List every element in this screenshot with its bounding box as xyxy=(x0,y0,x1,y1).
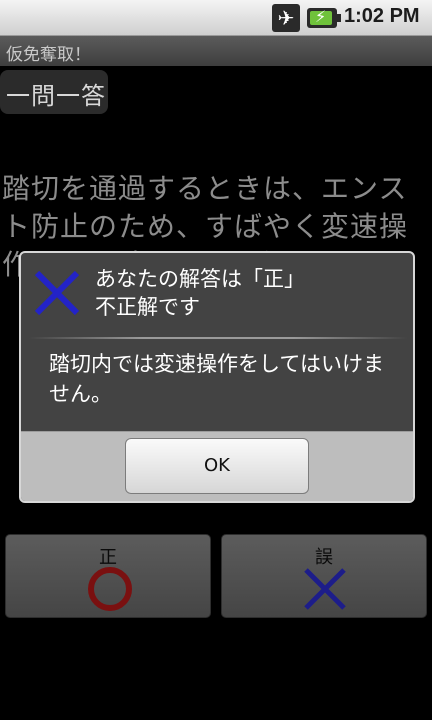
dialog-header: あなたの解答は「正」 不正解です xyxy=(21,253,413,337)
dialog-title-line2: 不正解です xyxy=(95,295,200,319)
dialog-message: 踏切内では変速操作をしてはいけません。 xyxy=(49,352,384,406)
dialog-title-line1: あなたの解答は「正」 xyxy=(95,267,305,291)
dialog-title: あなたの解答は「正」 不正解です xyxy=(95,265,305,321)
ok-button[interactable]: OK xyxy=(125,438,309,494)
dialog-button-area: OK xyxy=(21,431,413,501)
wrong-cross-icon xyxy=(34,270,80,316)
dialog-divider xyxy=(29,337,407,339)
result-dialog: あなたの解答は「正」 不正解です 踏切内では変速操作をしてはいけません。 OK xyxy=(19,251,415,503)
